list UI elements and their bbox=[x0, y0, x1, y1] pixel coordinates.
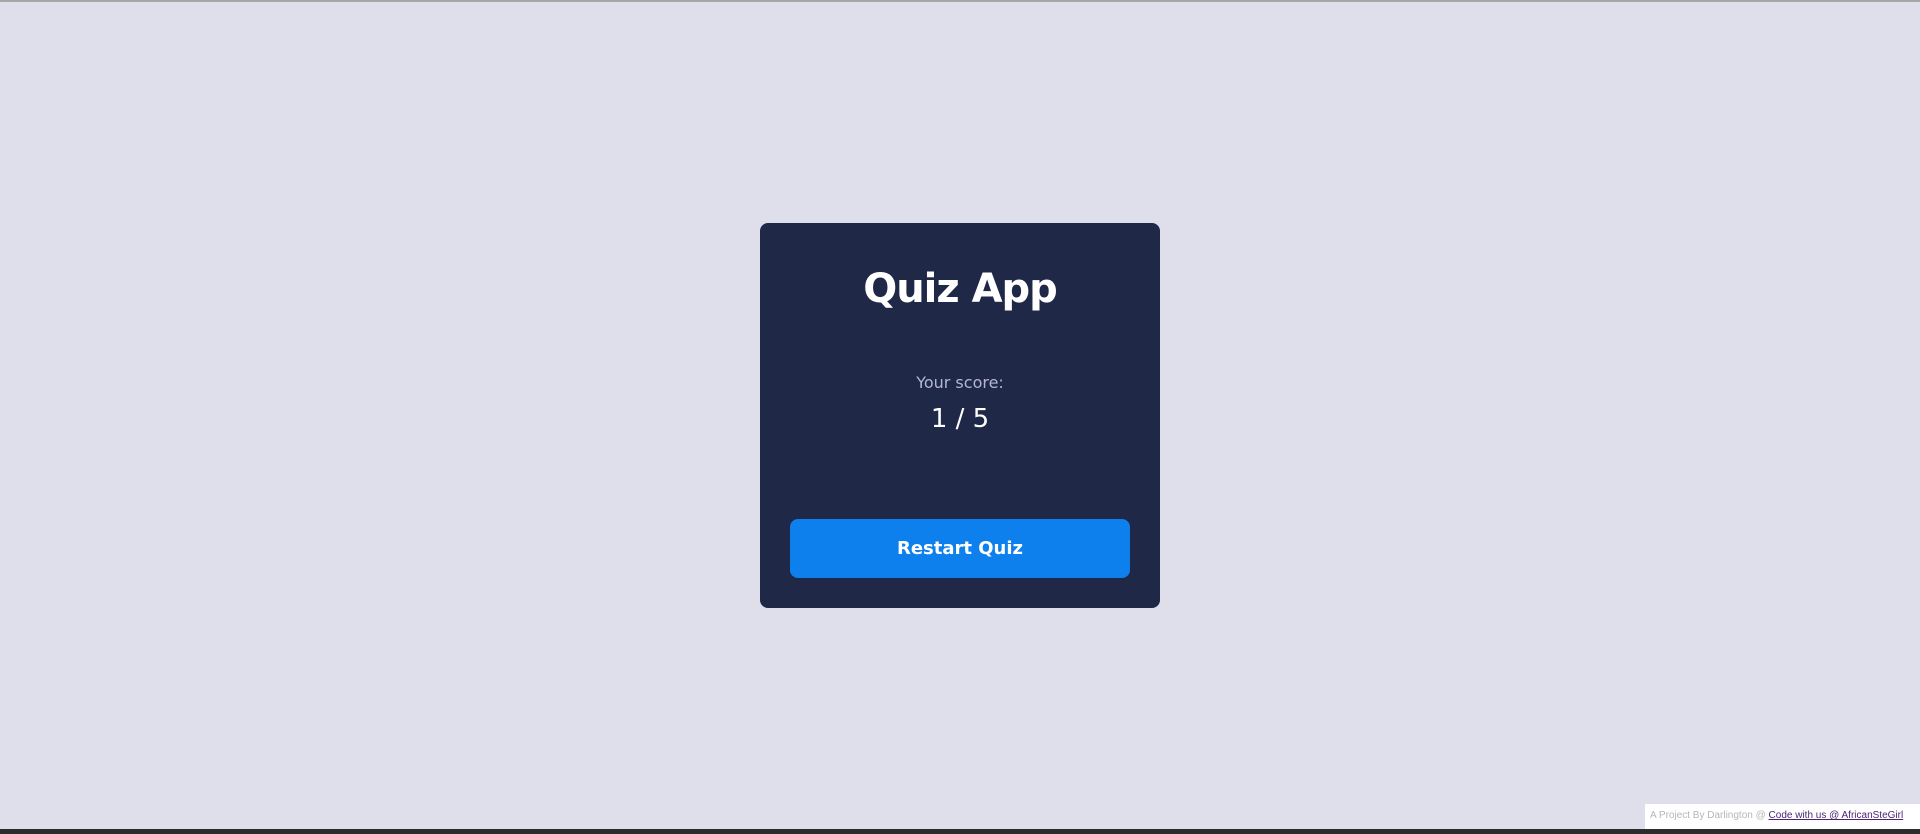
taskbar-edge bbox=[0, 829, 1920, 834]
score-label: Your score: bbox=[916, 373, 1004, 392]
restart-quiz-button[interactable]: Restart Quiz bbox=[790, 519, 1130, 578]
footer-credit: A Project By Darlington @ Code with us @… bbox=[1645, 804, 1920, 829]
footer-text: A Project By Darlington @ bbox=[1650, 810, 1769, 821]
window-top-border bbox=[0, 0, 1920, 2]
app-title: Quiz App bbox=[863, 266, 1058, 312]
quiz-card: Quiz App Your score: 1 / 5 Restart Quiz bbox=[760, 223, 1160, 608]
footer-link[interactable]: Code with us @ AfricanSteGirl bbox=[1769, 810, 1904, 821]
score-value: 1 / 5 bbox=[930, 404, 990, 434]
